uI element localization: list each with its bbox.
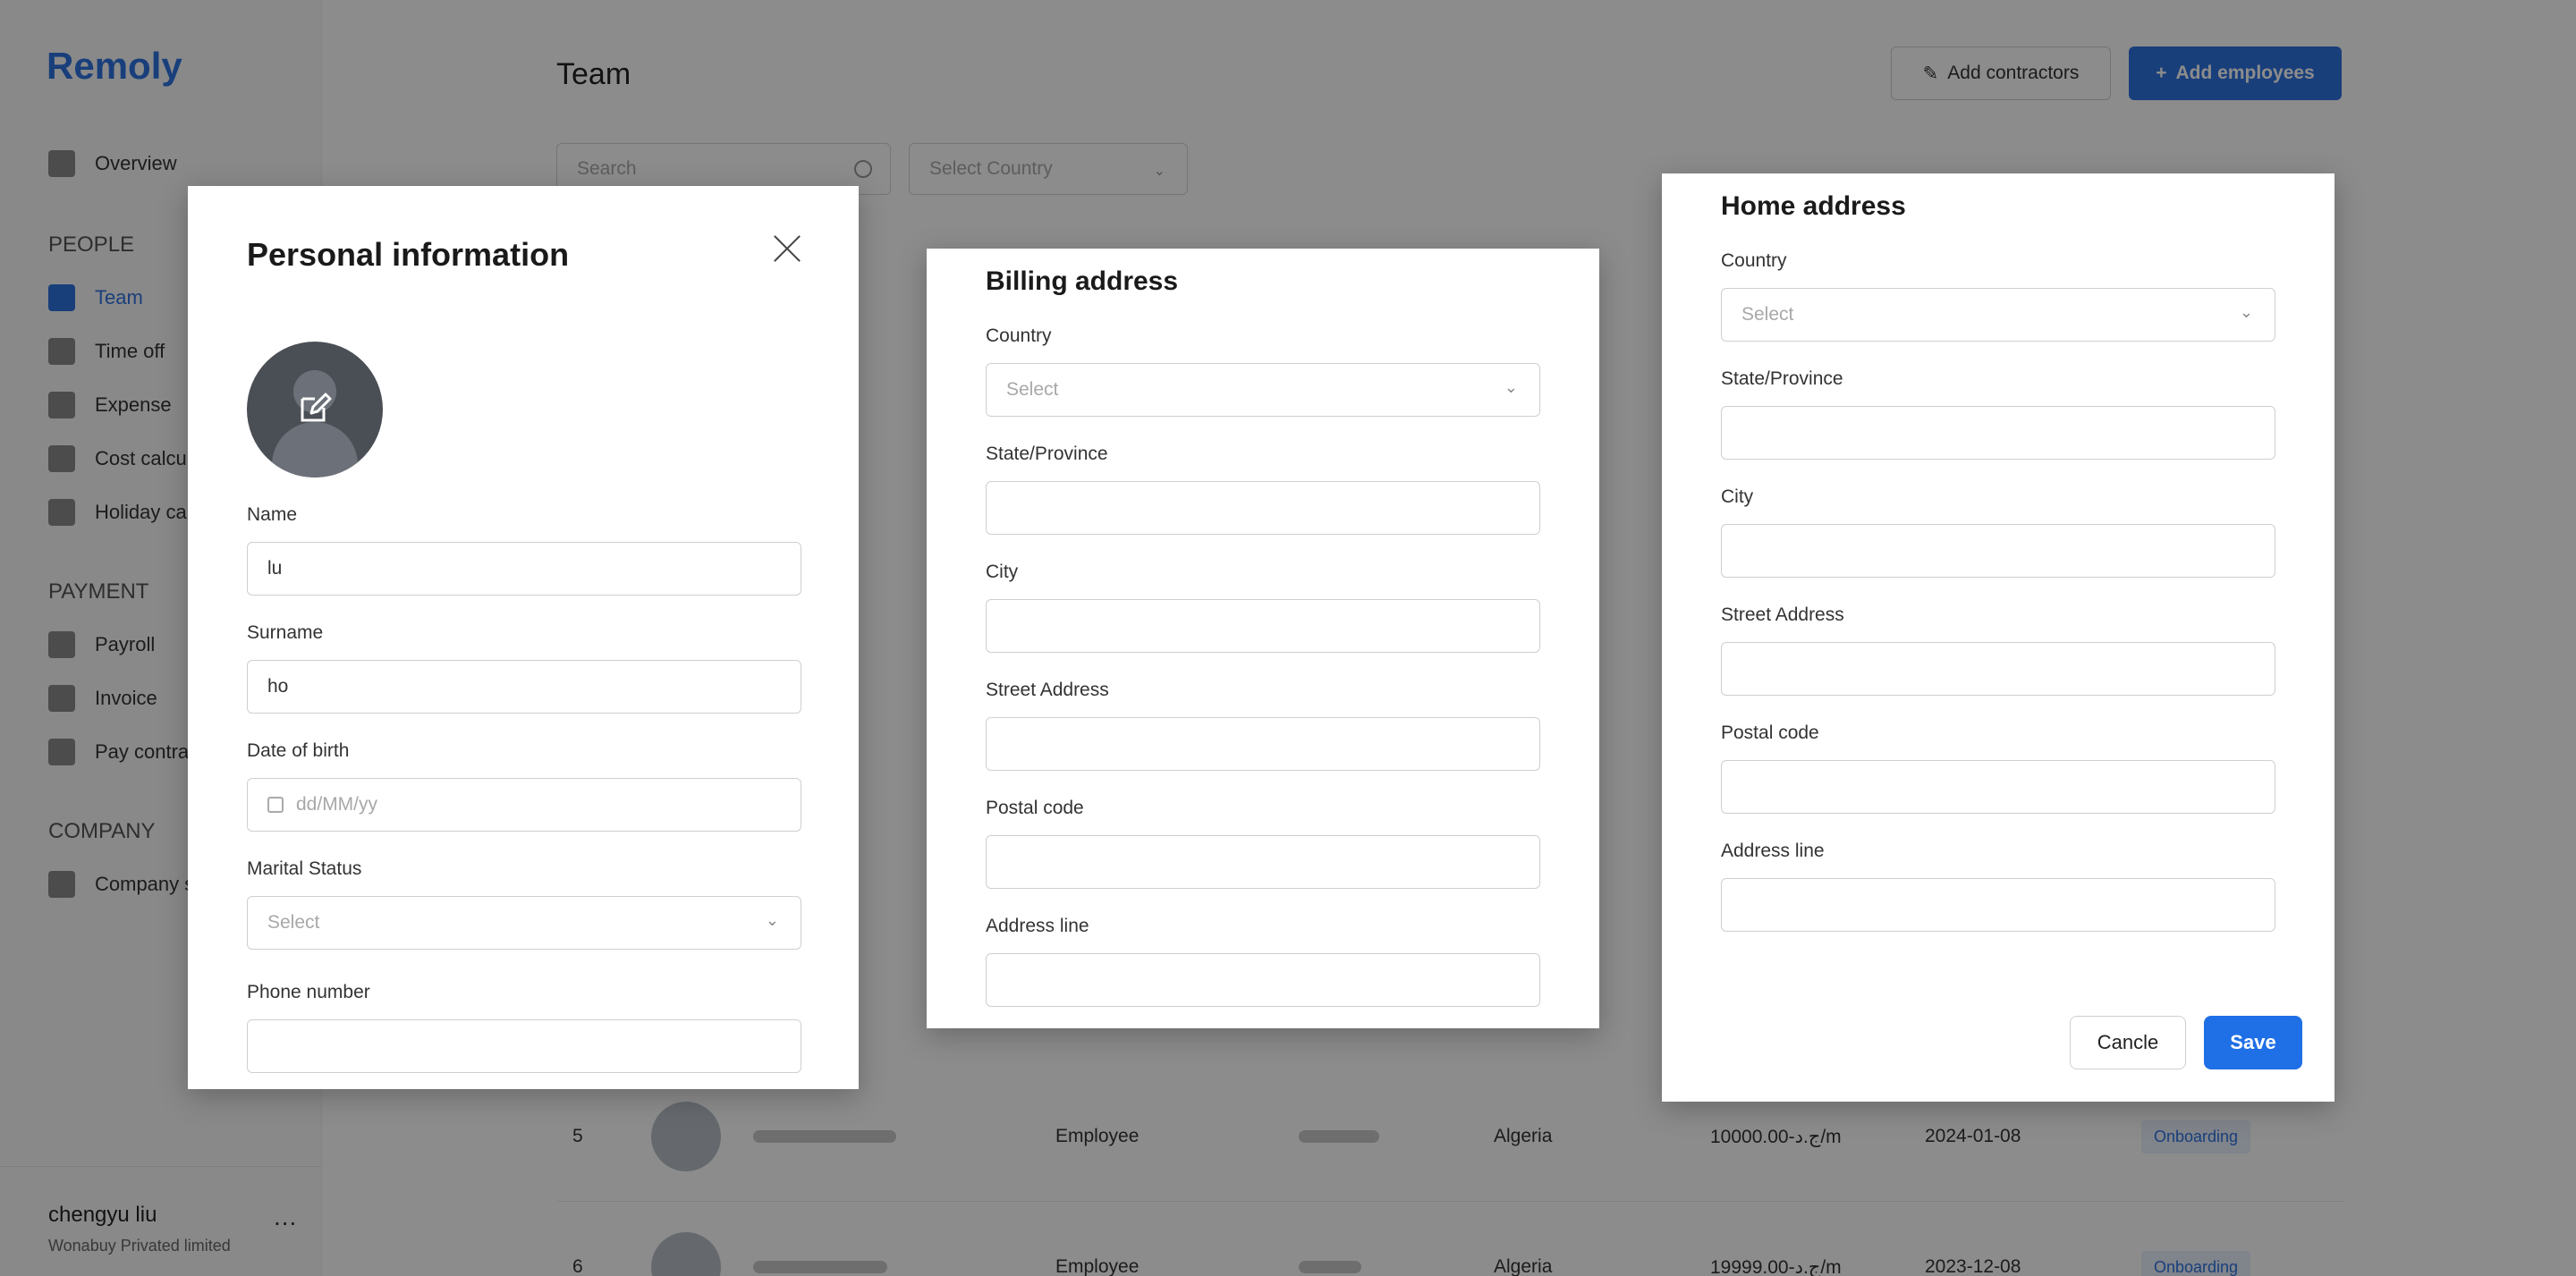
surname-label: Surname	[247, 622, 324, 643]
chevron-down-icon: ⌄	[2239, 303, 2253, 321]
billing-address-modal: Billing address Country Select ⌄ State/P…	[927, 249, 1599, 1028]
dob-field[interactable]: dd/MM/yy	[247, 778, 801, 832]
calendar-icon	[267, 797, 284, 813]
profile-photo-upload[interactable]	[247, 342, 383, 477]
save-button[interactable]: Save	[2204, 1016, 2302, 1069]
phone-label: Phone number	[247, 982, 370, 1002]
marital-status-placeholder: Select	[267, 912, 320, 933]
billing-state-field[interactable]	[986, 481, 1540, 535]
name-field[interactable]: lu	[247, 542, 801, 596]
avatar-body	[272, 422, 358, 477]
home-postal-field[interactable]	[1721, 760, 2275, 814]
home-state-field[interactable]	[1721, 406, 2275, 460]
home-address-modal: Home address Country Select ⌄ State/Prov…	[1662, 173, 2334, 1102]
home-address-line-field[interactable]	[1721, 878, 2275, 932]
dob-placeholder: dd/MM/yy	[296, 794, 378, 815]
marital-status-select[interactable]: Select ⌄	[247, 896, 801, 950]
country-placeholder: Select	[1006, 379, 1059, 400]
personal-information-modal: Personal information Name lu Surname ho …	[188, 186, 859, 1089]
home-street-field[interactable]	[1721, 642, 2275, 696]
modal-title: Home address	[1721, 191, 1906, 221]
city-label: City	[1721, 486, 1754, 507]
street-label: Street Address	[986, 680, 1109, 700]
modal-title: Personal information	[247, 236, 570, 273]
surname-field[interactable]: ho	[247, 660, 801, 714]
billing-postal-field[interactable]	[986, 835, 1540, 889]
country-placeholder: Select	[1741, 304, 1794, 325]
phone-field[interactable]	[247, 1019, 801, 1073]
street-label: Street Address	[1721, 604, 1844, 625]
billing-city-field[interactable]	[986, 599, 1540, 653]
cancel-button[interactable]: Cancle	[2070, 1016, 2186, 1069]
home-city-field[interactable]	[1721, 524, 2275, 578]
country-label: Country	[1721, 250, 1787, 271]
address-line-label: Address line	[986, 916, 1089, 936]
city-label: City	[986, 562, 1019, 582]
name-label: Name	[247, 504, 298, 525]
billing-address-line-field[interactable]	[986, 953, 1540, 1007]
state-label: State/Province	[1721, 368, 1843, 389]
close-icon[interactable]	[771, 232, 803, 265]
postal-label: Postal code	[1721, 723, 1819, 743]
edit-icon	[301, 393, 332, 422]
marital-status-label: Marital Status	[247, 858, 362, 879]
country-label: Country	[986, 325, 1052, 346]
chevron-down-icon: ⌄	[765, 911, 779, 929]
dob-label: Date of birth	[247, 740, 350, 761]
billing-street-field[interactable]	[986, 717, 1540, 771]
billing-country-select[interactable]: Select ⌄	[986, 363, 1540, 417]
state-label: State/Province	[986, 444, 1108, 464]
modal-title: Billing address	[986, 266, 1179, 296]
home-country-select[interactable]: Select ⌄	[1721, 288, 2275, 342]
postal-label: Postal code	[986, 798, 1084, 818]
chevron-down-icon: ⌄	[1504, 378, 1518, 396]
address-line-label: Address line	[1721, 841, 1825, 861]
